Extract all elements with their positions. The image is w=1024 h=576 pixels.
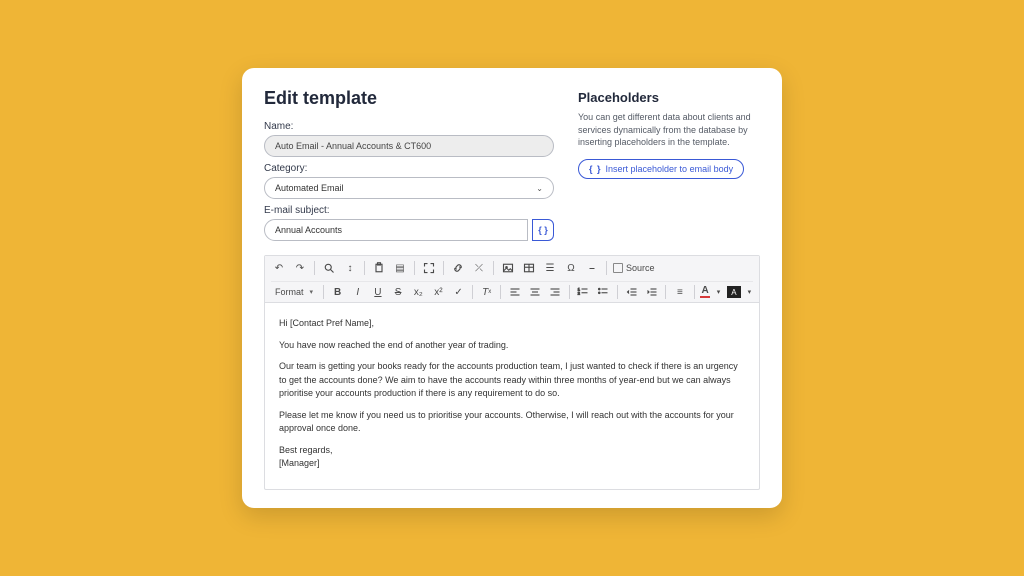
- search-icon[interactable]: [321, 260, 337, 276]
- separator: [323, 285, 324, 299]
- superscript-icon[interactable]: x²: [431, 284, 446, 300]
- line-height-icon[interactable]: ≡: [672, 284, 687, 300]
- paste-icon[interactable]: [371, 260, 387, 276]
- hr-icon[interactable]: ☰: [542, 260, 558, 276]
- special-char-icon[interactable]: Ω: [563, 260, 579, 276]
- svg-text:2: 2: [578, 292, 580, 296]
- edit-template-card: Edit template Name: Category: Automated …: [242, 68, 782, 508]
- align-left-icon[interactable]: [507, 284, 522, 300]
- category-label: Category:: [264, 163, 554, 174]
- strike-icon[interactable]: S: [391, 284, 406, 300]
- text-color-icon[interactable]: A: [700, 286, 709, 298]
- body-signoff: Best regards,: [279, 444, 745, 458]
- indent-right-icon[interactable]: [644, 284, 659, 300]
- chevron-down-icon[interactable]: ▾: [715, 284, 723, 300]
- separator: [364, 261, 365, 275]
- separator: [414, 261, 415, 275]
- separator: [694, 285, 695, 299]
- format-select[interactable]: Format ▾: [271, 287, 317, 297]
- placeholders-column: Placeholders You can get different data …: [578, 88, 760, 241]
- braces-icon: { }: [589, 164, 602, 174]
- remove-format-icon[interactable]: Tx: [479, 284, 494, 300]
- bold-icon[interactable]: B: [330, 284, 345, 300]
- undo-icon[interactable]: ↶: [271, 260, 287, 276]
- name-input[interactable]: [264, 135, 554, 157]
- email-body-editor[interactable]: Hi [Contact Pref Name], You have now rea…: [265, 303, 759, 489]
- body-paragraph: Our team is getting your books ready for…: [279, 360, 745, 401]
- separator: [665, 285, 666, 299]
- separator: [472, 285, 473, 299]
- maximize-icon[interactable]: [421, 260, 437, 276]
- redo-icon[interactable]: ↷: [292, 260, 308, 276]
- spellcheck-icon[interactable]: ✓: [451, 284, 466, 300]
- subject-label: E-mail subject:: [264, 205, 554, 216]
- editor-toolbar: ↶ ↷ ↕ ▤ ⤫ ☰ Ω ⎯ Source: [265, 256, 759, 303]
- subscript-icon[interactable]: x₂: [411, 284, 426, 300]
- chevron-down-icon[interactable]: ▾: [746, 284, 754, 300]
- separator: [569, 285, 570, 299]
- link-icon[interactable]: [450, 260, 466, 276]
- body-paragraph: Please let me know if you need us to pri…: [279, 409, 745, 436]
- braces-icon: { }: [538, 225, 548, 235]
- chevron-down-icon: ▾: [310, 288, 314, 296]
- underline-icon[interactable]: U: [370, 284, 385, 300]
- placeholders-title: Placeholders: [578, 90, 760, 105]
- category-value: Automated Email: [275, 183, 344, 193]
- replace-icon[interactable]: ↕: [342, 260, 358, 276]
- italic-icon[interactable]: I: [350, 284, 365, 300]
- unlink-icon[interactable]: ⤫: [471, 260, 487, 276]
- background-color-icon[interactable]: A: [727, 286, 740, 298]
- align-center-icon[interactable]: [527, 284, 542, 300]
- table-icon[interactable]: [521, 260, 537, 276]
- body-greeting: Hi [Contact Pref Name],: [279, 317, 745, 331]
- image-icon[interactable]: [500, 260, 516, 276]
- body-signoff: [Manager]: [279, 457, 745, 471]
- separator: [606, 261, 607, 275]
- body-paragraph: You have now reached the end of another …: [279, 339, 745, 353]
- separator: [443, 261, 444, 275]
- insert-placeholder-body-button[interactable]: { } Insert placeholder to email body: [578, 159, 744, 179]
- separator: [617, 285, 618, 299]
- bullet-list-icon[interactable]: [596, 284, 611, 300]
- subject-input[interactable]: [264, 219, 528, 241]
- numbered-list-icon[interactable]: 12: [576, 284, 591, 300]
- document-icon: [613, 263, 623, 273]
- category-select[interactable]: Automated Email ⌄: [264, 177, 554, 199]
- insert-placeholder-label: Insert placeholder to email body: [606, 164, 734, 174]
- separator: [314, 261, 315, 275]
- page-title: Edit template: [264, 88, 554, 109]
- align-right-icon[interactable]: [548, 284, 563, 300]
- form-column: Edit template Name: Category: Automated …: [264, 88, 554, 241]
- insert-placeholder-subject-button[interactable]: { }: [532, 219, 554, 241]
- chevron-down-icon: ⌄: [536, 184, 543, 193]
- outdent-icon[interactable]: [624, 284, 639, 300]
- page-break-icon[interactable]: ⎯: [584, 260, 600, 276]
- separator: [493, 261, 494, 275]
- placeholders-description: You can get different data about clients…: [578, 111, 760, 149]
- rich-text-editor: ↶ ↷ ↕ ▤ ⤫ ☰ Ω ⎯ Source: [264, 255, 760, 490]
- separator: [500, 285, 501, 299]
- indent-icon[interactable]: ▤: [392, 260, 408, 276]
- source-button[interactable]: Source: [613, 263, 655, 273]
- name-label: Name:: [264, 121, 554, 132]
